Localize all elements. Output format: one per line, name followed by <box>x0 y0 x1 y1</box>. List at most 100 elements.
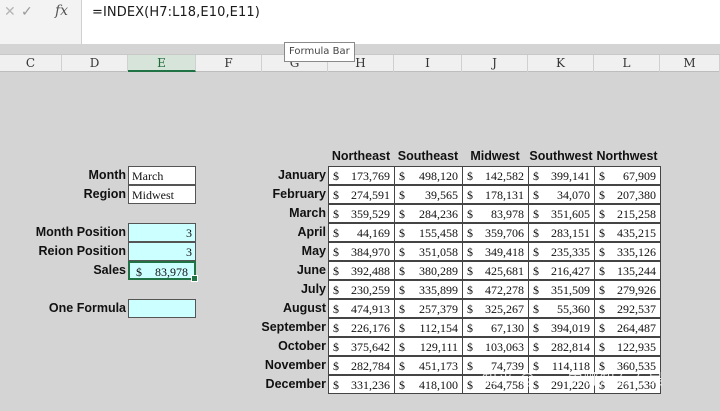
sales-data-cell[interactable]: $216,427 <box>528 261 595 280</box>
currency-symbol: $ <box>399 340 405 354</box>
sales-data-cell[interactable]: $292,537 <box>594 299 661 318</box>
formula-input[interactable]: =INDEX(H7:L18,E10,E11) <box>92 5 260 20</box>
sales-data-cell[interactable]: $67,130 <box>462 318 529 337</box>
currency-symbol: $ <box>333 207 339 221</box>
sales-value: 284,236 <box>419 207 458 221</box>
sales-value: 135,244 <box>617 264 656 278</box>
one-formula-cell[interactable] <box>128 299 196 318</box>
sales-value: 235,335 <box>551 245 590 259</box>
month-position-cell[interactable]: 3 <box>128 223 196 242</box>
sales-data-cell[interactable]: $359,706 <box>462 223 529 242</box>
sales-value: 399,141 <box>551 169 590 183</box>
sales-data-cell[interactable]: $284,236 <box>394 204 463 223</box>
sales-data-cell[interactable]: $351,058 <box>394 242 463 261</box>
currency-symbol: $ <box>333 188 339 202</box>
sales-value: 359,706 <box>485 226 524 240</box>
sales-data-cell[interactable]: $142,582 <box>462 166 529 185</box>
currency-symbol: $ <box>333 264 339 278</box>
sales-data-cell[interactable]: $351,605 <box>528 204 595 223</box>
column-header-k[interactable]: K <box>528 55 594 72</box>
sales-data-cell[interactable]: $282,814 <box>528 337 595 356</box>
sales-data-cell[interactable]: $83,978 <box>462 204 529 223</box>
sales-data-cell[interactable]: $44,169 <box>328 223 395 242</box>
sales-data-cell[interactable]: $230,259 <box>328 280 395 299</box>
column-header-l[interactable]: L <box>594 55 660 72</box>
sales-data-cell[interactable]: $226,176 <box>328 318 395 337</box>
sales-data-cell[interactable]: $335,899 <box>394 280 463 299</box>
enter-check-icon[interactable]: ✓ <box>21 3 33 20</box>
sales-data-cell[interactable]: $173,769 <box>328 166 395 185</box>
sales-data-cell[interactable]: $67,909 <box>594 166 661 185</box>
sales-data-cell[interactable]: $451,173 <box>394 356 463 375</box>
sales-data-cell[interactable]: $425,681 <box>462 261 529 280</box>
sales-data-cell[interactable]: $384,970 <box>328 242 395 261</box>
sales-data-cell[interactable]: $474,913 <box>328 299 395 318</box>
sales-result-cell[interactable]: $ 83,978 <box>128 261 198 282</box>
sales-data-cell[interactable]: $264,487 <box>594 318 661 337</box>
sales-value: 83,978 <box>491 207 524 221</box>
sales-data-cell[interactable]: $39,565 <box>394 185 463 204</box>
sales-data-cell[interactable]: $325,267 <box>462 299 529 318</box>
sales-data-cell[interactable]: $349,418 <box>462 242 529 261</box>
sales-value: 264,487 <box>617 321 656 335</box>
column-header-c[interactable]: C <box>0 55 62 72</box>
region-input-cell[interactable]: Midwest <box>128 185 196 204</box>
sales-data-cell[interactable]: $279,926 <box>594 280 661 299</box>
sales-data-cell[interactable]: $331,236 <box>328 375 395 394</box>
sales-value: 67,909 <box>623 169 656 183</box>
sales-data-cell[interactable]: $34,070 <box>528 185 595 204</box>
sales-value: 472,278 <box>485 283 524 297</box>
sales-data-cell[interactable]: $283,151 <box>528 223 595 242</box>
sales-data-cell[interactable]: $498,120 <box>394 166 463 185</box>
sales-data-cell[interactable]: $282,784 <box>328 356 395 375</box>
sales-data-cell[interactable]: $394,019 <box>528 318 595 337</box>
currency-symbol: $ <box>599 321 605 335</box>
sales-value: 282,814 <box>551 340 590 354</box>
sales-data-cell[interactable]: $351,509 <box>528 280 595 299</box>
sales-value: 392,488 <box>351 264 390 278</box>
sales-data-cell[interactable]: $375,642 <box>328 337 395 356</box>
column-header-f[interactable]: F <box>196 55 262 72</box>
sales-data-cell[interactable]: $155,458 <box>394 223 463 242</box>
sales-data-cell[interactable]: $359,529 <box>328 204 395 223</box>
sales-data-cell[interactable]: $207,380 <box>594 185 661 204</box>
column-header-j[interactable]: J <box>462 55 528 72</box>
sales-data-cell[interactable]: $274,591 <box>328 185 395 204</box>
region-position-cell[interactable]: 3 <box>128 242 196 261</box>
sales-data-cell[interactable]: $257,379 <box>394 299 463 318</box>
sales-data-cell[interactable]: $392,488 <box>328 261 395 280</box>
sales-data-cell[interactable]: $380,289 <box>394 261 463 280</box>
column-header-i[interactable]: I <box>394 55 462 72</box>
insert-function-icon[interactable]: fx <box>55 3 68 19</box>
sales-data-cell[interactable]: $472,278 <box>462 280 529 299</box>
currency-symbol: $ <box>533 321 539 335</box>
currency-symbol: $ <box>467 283 473 297</box>
sales-value: 351,509 <box>551 283 590 297</box>
sales-data-cell[interactable]: $135,244 <box>594 261 661 280</box>
sales-data-cell[interactable]: $399,141 <box>528 166 595 185</box>
month-row-label: March <box>289 206 326 220</box>
sales-data-cell[interactable]: $335,126 <box>594 242 661 261</box>
month-row-label: October <box>278 339 326 353</box>
sales-data-cell[interactable]: $178,131 <box>462 185 529 204</box>
sales-data-cell[interactable]: $122,935 <box>594 337 661 356</box>
sales-value: 292,537 <box>617 302 656 316</box>
sales-data-cell[interactable]: $103,063 <box>462 337 529 356</box>
cancel-icon[interactable]: ✕ <box>4 3 16 20</box>
sales-data-cell[interactable]: $129,111 <box>394 337 463 356</box>
column-header-d[interactable]: D <box>62 55 128 72</box>
currency-symbol: $ <box>399 226 405 240</box>
sales-data-cell[interactable]: $435,215 <box>594 223 661 242</box>
month-input-cell[interactable]: March <box>128 166 196 185</box>
currency-symbol: $ <box>333 302 339 316</box>
sales-data-cell[interactable]: $215,258 <box>594 204 661 223</box>
sales-data-cell[interactable]: $55,360 <box>528 299 595 318</box>
month-row-label: August <box>282 301 326 315</box>
currency-symbol: $ <box>533 207 539 221</box>
sales-data-cell[interactable]: $235,335 <box>528 242 595 261</box>
sales-data-cell[interactable]: $418,100 <box>394 375 463 394</box>
column-header-e[interactable]: E <box>128 55 196 72</box>
sales-value: 155,458 <box>419 226 458 240</box>
sales-data-cell[interactable]: $112,154 <box>394 318 463 337</box>
column-header-m[interactable]: M <box>660 55 720 72</box>
